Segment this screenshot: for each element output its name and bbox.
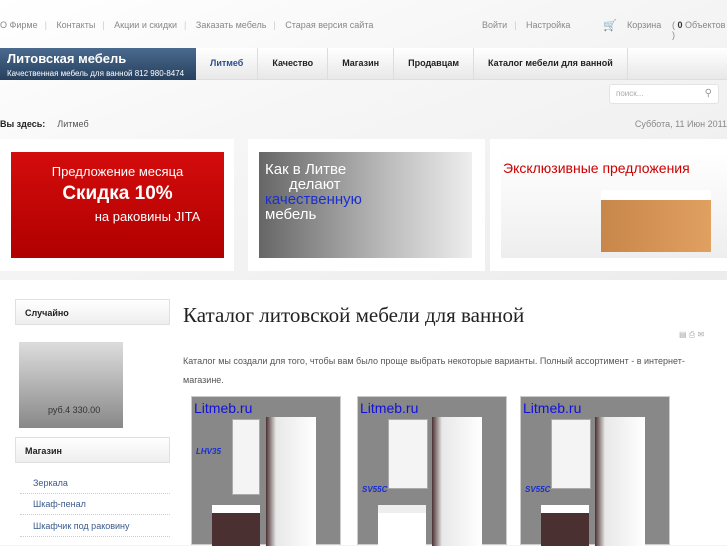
cart-count: ( 0 Объектов ) [672,20,727,40]
product-image[interactable]: Litmeb.ru LHV35 [191,396,341,546]
product-image[interactable]: Litmeb.ru SV55C [357,396,507,546]
link-contacts[interactable]: Контакты [56,20,95,30]
pdf-icon[interactable]: ▤ [679,330,687,339]
nav-quality[interactable]: Качество [258,48,329,79]
product-image[interactable]: Litmeb.ru SV55C [520,396,670,546]
product-code: SV55C [525,485,551,494]
breadcrumb-current: Литмеб [57,119,89,129]
cart-link[interactable]: Корзина [627,20,661,30]
main-nav: Литмеб Качество Магазин Продавцам Катало… [196,48,727,80]
shop-menu-item[interactable]: Шкафчик под раковину [20,516,170,537]
search-input[interactable]: поиск... ⚲ [609,84,719,104]
random-product-price: руб.4 330.00 [48,405,101,415]
banner-exclusive[interactable]: Эксклюзивные предложения [490,139,727,271]
shop-menu-item[interactable]: Зеркала [20,473,170,494]
link-about[interactable]: О Фирме [0,20,38,30]
link-promos[interactable]: Акции и скидки [114,20,177,30]
banner-lithuania[interactable]: Как в Литве делают качественную мебель [248,139,485,271]
banner-line: мебель [265,206,317,223]
search-placeholder: поиск... [616,89,644,98]
logo-title: Литовская мебель [7,51,127,66]
product-code: SV55C [362,485,388,494]
banner-line: Эксклюзивные предложения [503,160,690,176]
watermark: Litmeb.ru [194,400,253,416]
random-product-image[interactable]: руб.4 330.00 [19,342,123,428]
nav-catalog[interactable]: Каталог мебели для ванной [474,48,628,79]
site-logo[interactable]: Литовская мебель Качественная мебель для… [0,48,196,80]
banner-line: Предложение месяца [51,164,184,179]
login-link[interactable]: Войти [482,20,507,30]
cart-icon[interactable]: 🛒 [603,19,617,32]
search-icon[interactable]: ⚲ [705,88,712,99]
banner-line: Как в Литве [265,161,347,178]
shop-menu-item[interactable]: Шкаф-пенал [20,494,170,515]
top-bar: О Фирме | Контакты | Акции и скидки | Заказ… [0,19,726,40]
breadcrumb: Вы здесь: Литмеб [0,119,89,129]
banner-line: Скидка 10% [62,183,173,204]
watermark: Litmeb.ru [523,400,582,416]
banner-line: качественную [265,191,362,208]
banner-offer[interactable]: Предложение месяца Скидка 10% на раковин… [0,139,234,271]
cart-count-prefix: ( [672,20,675,30]
cart-count-value: 0 [677,20,683,30]
module-shop-title: Магазин [15,437,170,463]
module-random-title: Случайно [15,299,170,325]
banner-line: делают [289,176,341,193]
nav-litmeb[interactable]: Литмеб [196,48,259,79]
breadcrumb-label: Вы здесь: [0,119,46,129]
email-icon[interactable]: ✉ [697,330,704,339]
logo-subtitle: Качественная мебель для ванной 812 980-8… [7,69,185,78]
banner-line: на раковины JITA [94,209,201,224]
article-intro: Каталог мы создали для того, чтобы вам б… [183,356,685,385]
nav-sellers[interactable]: Продавцам [394,48,475,79]
print-icon[interactable]: ⎙ [689,330,695,339]
link-old-site[interactable]: Старая версия сайта [285,20,373,30]
settings-link[interactable]: Настройка [526,20,570,30]
article-actions: ▤ ⎙ ✉ [679,330,704,340]
watermark: Litmeb.ru [360,400,419,416]
nav-shop[interactable]: Магазин [328,48,395,79]
page-title: Каталог литовской мебели для ванной [183,303,525,327]
vanity-image [601,190,711,252]
product-code: LHV35 [196,447,221,456]
link-order[interactable]: Заказать мебель [196,20,267,30]
date: Суббота, 11 Июн 2011 [634,119,727,129]
